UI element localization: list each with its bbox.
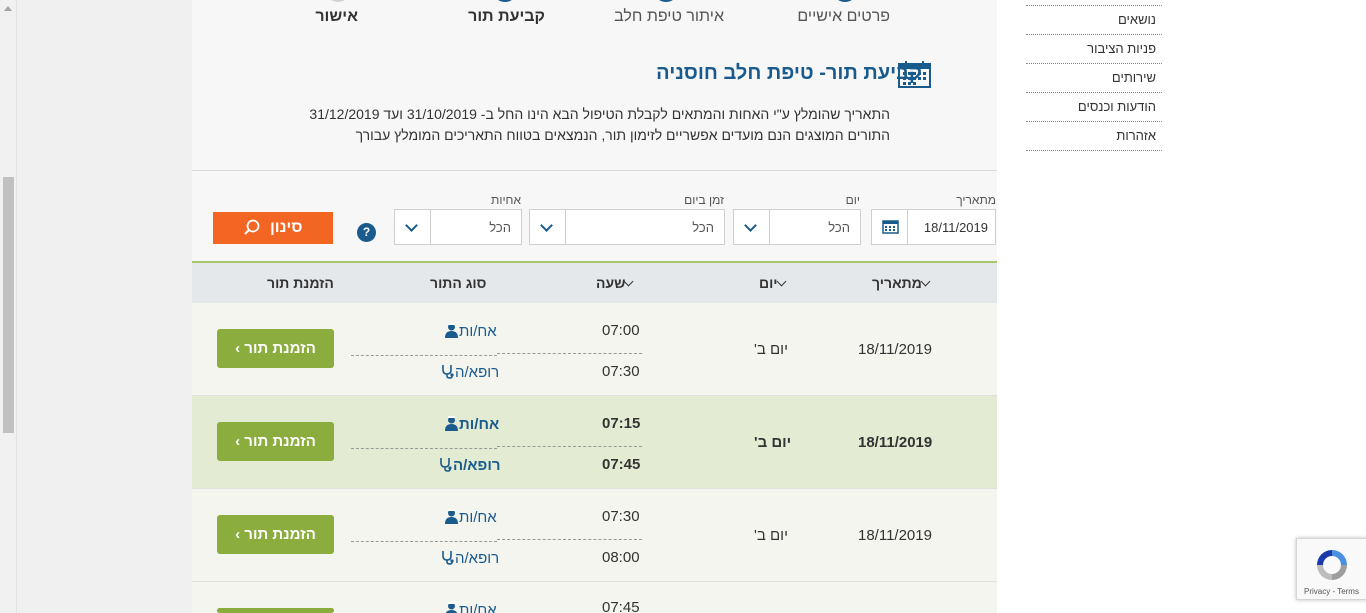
time-filter-select[interactable]: הכל (529, 209, 725, 245)
row-day: יום ב' (754, 434, 792, 451)
row-type-nurse: אח/ות (444, 415, 499, 433)
row-date: 18/11/2019 (858, 434, 933, 451)
notice-line-2: התורים המוצגים הנם מועדים אפשריים לזימון… (355, 127, 890, 143)
row-type-nurse: אח/ות (444, 508, 497, 526)
day-filter-label: יום (845, 193, 860, 207)
help-icon[interactable]: ? (357, 223, 376, 242)
day-filter-value: הכל (828, 220, 850, 235)
nurse-filter-select[interactable]: הכל (394, 209, 522, 245)
row-divider (351, 448, 497, 449)
row-day: יום ב' (754, 527, 788, 544)
chevron-down-icon[interactable] (734, 210, 770, 244)
table-header: מתאריך יום שעה סוג התור הזמנת תור (192, 261, 997, 303)
book-appointment-button[interactable]: הזמנת תור › (217, 515, 334, 554)
nurse-icon (445, 509, 458, 524)
book-appointment-button[interactable] (217, 608, 334, 613)
date-picker-button[interactable] (872, 210, 908, 244)
row-time: 08:00 (602, 549, 640, 566)
row-divider (351, 541, 497, 542)
sidebar-item-public-inquiries[interactable]: פניות הציבור (1026, 35, 1162, 64)
scroll-up-arrow-icon[interactable] (4, 6, 12, 11)
day-filter-select[interactable]: הכל (733, 209, 861, 245)
filter-button-label: סינון (269, 219, 303, 236)
recaptcha-icon (1317, 550, 1347, 580)
table-row: 18/11/2019 יום ב' 07:30 08:00 אח/ות רופא… (192, 489, 997, 582)
row-divider (497, 539, 642, 540)
nurse-icon (445, 323, 458, 338)
column-header-book: הזמנת תור (267, 275, 334, 291)
row-time: 07:45 (602, 456, 641, 473)
row-time: 07:00 (602, 322, 640, 339)
row-divider (497, 446, 642, 447)
row-type-nurse: אח/ות (444, 601, 497, 613)
row-time: 07:15 (602, 415, 641, 432)
page-title: קביעת תור- טיפת חלב חוסניה (656, 62, 922, 84)
sidebar-item-warnings[interactable]: אזהרות (1026, 122, 1162, 151)
nurse-filter-label: אחיות (491, 193, 521, 207)
column-header-type: סוג התור (430, 275, 487, 291)
nurse-icon (445, 602, 458, 613)
row-day: יום ב' (754, 341, 788, 358)
table-row: 07:45 אח/ות (192, 582, 997, 613)
chevron-down-icon[interactable] (530, 210, 566, 244)
row-divider (497, 353, 642, 354)
column-header-date[interactable]: מתאריך (872, 275, 935, 291)
nurse-icon (445, 416, 458, 431)
stethoscope-icon (442, 365, 454, 379)
date-filter-field[interactable]: 18/11/2019 (871, 209, 996, 245)
divider (192, 170, 997, 171)
row-type-doctor: רופא/ה (440, 549, 499, 567)
row-time: 07:30 (602, 363, 640, 380)
page-scrollbar[interactable] (0, 0, 17, 613)
chevron-down-icon (623, 276, 634, 287)
sidebar-item-announcements[interactable]: הודעות וכנסים (1026, 93, 1162, 122)
stethoscope-icon (442, 551, 454, 565)
book-appointment-button[interactable]: הזמנת תור › (217, 329, 334, 368)
row-divider (351, 355, 497, 356)
chevron-down-icon[interactable] (395, 210, 431, 244)
row-time: 07:30 (602, 508, 640, 525)
step-confirm: אישור (315, 8, 358, 25)
scroll-thumb[interactable] (3, 177, 14, 433)
table-row: 18/11/2019 יום ב' 07:00 07:30 אח/ות רופא… (192, 303, 997, 396)
book-appointment-button[interactable]: הזמנת תור › (217, 422, 334, 461)
recaptcha-terms[interactable]: Privacy - Terms (1304, 587, 1359, 596)
row-date: 18/11/2019 (858, 527, 932, 544)
row-time: 07:45 (602, 599, 640, 613)
stethoscope-icon (440, 458, 452, 472)
time-filter-value: הכל (692, 220, 714, 235)
date-filter-value: 18/11/2019 (923, 220, 988, 235)
sidebar-item-topics[interactable]: נושאים (1026, 6, 1162, 35)
step-personal: פרטים אישיים (797, 8, 890, 25)
recaptcha-badge[interactable]: Privacy - Terms (1296, 538, 1366, 600)
nurse-filter-value: הכל (489, 220, 511, 235)
step-clinic: איתור טיפת חלב (614, 8, 724, 25)
notice-text: התאריך שהומלץ ע"י האחות והמתאים לקבלת הט… (290, 104, 890, 146)
row-type-doctor: רופא/ה (438, 456, 500, 474)
step-appointment: קביעת תור (468, 8, 545, 25)
row-type-doctor: רופא/ה (440, 363, 499, 381)
time-filter-label: זמן ביום (684, 193, 724, 207)
calendar-icon (882, 220, 899, 234)
column-header-time[interactable]: שעה (596, 275, 638, 291)
notice-line-1: התאריך שהומלץ ע"י האחות והמתאים לקבלת הט… (309, 106, 890, 122)
filter-button[interactable]: סינון (213, 212, 333, 244)
row-type-nurse: אח/ות (444, 322, 497, 340)
search-icon (244, 219, 260, 235)
table-row: 18/11/2019 יום ב' 07:15 07:45 אח/ות רופא… (192, 396, 997, 489)
row-date: 18/11/2019 (858, 341, 932, 358)
column-header-day[interactable]: יום (759, 275, 791, 291)
date-filter-label: מתאריך (956, 193, 996, 207)
sidebar-item-services[interactable]: שירותים (1026, 64, 1162, 93)
